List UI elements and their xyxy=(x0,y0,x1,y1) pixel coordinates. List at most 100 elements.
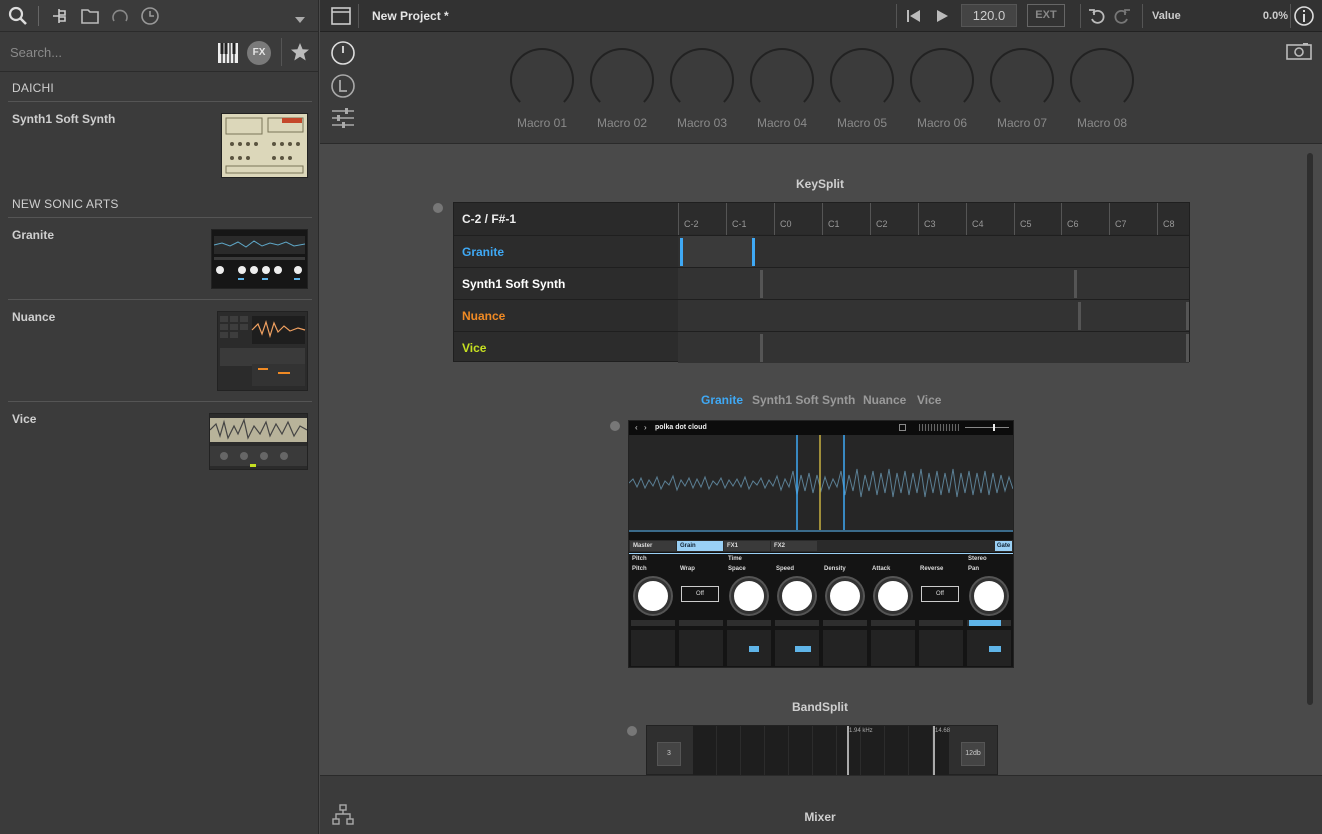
range-end-handle[interactable] xyxy=(1186,334,1189,362)
pan-knob[interactable] xyxy=(971,578,1007,614)
mixer-label[interactable]: Mixer xyxy=(790,810,850,824)
bandsplit-power-toggle[interactable] xyxy=(627,726,637,736)
bandsplit-title: BandSplit xyxy=(792,700,848,714)
plugin-power-toggle[interactable] xyxy=(610,421,620,431)
group-label-stereo: Stereo xyxy=(968,556,987,562)
volume-slider[interactable] xyxy=(965,427,1009,428)
range-start-handle[interactable] xyxy=(680,238,683,266)
undo-icon[interactable] xyxy=(1088,7,1106,28)
group-label-time: Time xyxy=(728,556,742,562)
learn-icon[interactable] xyxy=(330,73,356,102)
keysplit-lane[interactable] xyxy=(678,300,1189,331)
search-icon[interactable] xyxy=(8,6,28,29)
range-end-handle[interactable] xyxy=(1186,302,1189,330)
note-label: C0 xyxy=(780,219,792,229)
window-layout-icon[interactable] xyxy=(331,7,351,28)
vice-thumbnail[interactable] xyxy=(209,413,308,470)
sliders-icon[interactable] xyxy=(331,108,355,131)
instrument-tab-granite[interactable]: Granite xyxy=(701,393,743,407)
redo-icon[interactable] xyxy=(1113,7,1131,28)
prev-preset-icon[interactable]: ‹ xyxy=(635,423,638,432)
granite-thumbnail[interactable] xyxy=(211,229,308,289)
range-start-handle[interactable] xyxy=(760,334,763,362)
plugin-tab-strip: Master Grain FX1 FX2 Gate xyxy=(629,540,1013,552)
band-count-field[interactable]: 3 xyxy=(657,742,681,766)
tempo-field[interactable]: 120.0 xyxy=(961,4,1017,27)
preset-granite[interactable]: Granite xyxy=(12,228,54,242)
macro-knob-icon[interactable] xyxy=(330,40,356,69)
routing-tree-icon[interactable] xyxy=(332,804,354,829)
note-label: C5 xyxy=(1020,219,1032,229)
keysplit-lane[interactable] xyxy=(678,332,1189,363)
piano-keys-icon[interactable] xyxy=(217,42,239,67)
range-start-handle[interactable] xyxy=(1078,302,1081,330)
ext-sync-button[interactable]: EXT xyxy=(1027,4,1065,27)
info-icon[interactable] xyxy=(1293,5,1315,30)
fx-filter-button[interactable]: FX xyxy=(247,41,271,65)
macro-knob-2[interactable] xyxy=(590,48,654,112)
plugin-tab-grain[interactable]: Grain xyxy=(677,541,723,551)
star-icon[interactable] xyxy=(290,42,310,65)
skip-back-icon[interactable] xyxy=(906,8,922,27)
preset-nuance[interactable]: Nuance xyxy=(12,310,55,324)
volume-thumb[interactable] xyxy=(993,424,995,431)
keysplit-row-nuance[interactable]: Nuance xyxy=(454,299,1189,331)
macro-knob-3[interactable] xyxy=(670,48,734,112)
keysplit-row-granite[interactable]: Granite xyxy=(454,235,1189,267)
keysplit-lane[interactable] xyxy=(678,236,1189,267)
keysplit-lane[interactable] xyxy=(678,268,1189,299)
attack-knob[interactable] xyxy=(875,578,911,614)
instrument-tab-synth1[interactable]: Synth1 Soft Synth xyxy=(752,393,855,407)
modulation-slots[interactable] xyxy=(631,630,1011,666)
modulation-sliders[interactable] xyxy=(631,620,1011,626)
wrap-toggle[interactable]: Off xyxy=(681,586,719,602)
range-end-handle[interactable] xyxy=(752,238,755,266)
plugin-tab-master[interactable]: Master xyxy=(630,541,676,551)
plugin-icon[interactable] xyxy=(50,6,70,29)
keysplit-power-toggle[interactable] xyxy=(433,203,443,213)
reverse-toggle[interactable]: Off xyxy=(921,586,959,602)
range-start-handle[interactable] xyxy=(760,270,763,298)
macro-knob-7[interactable] xyxy=(990,48,1054,112)
toolbar-divider xyxy=(358,4,359,28)
project-title: New Project * xyxy=(372,9,449,23)
instrument-tab-vice[interactable]: Vice xyxy=(917,393,941,407)
note-label: C-1 xyxy=(732,219,747,229)
next-preset-icon[interactable]: › xyxy=(644,423,647,432)
rack-scrollbar[interactable] xyxy=(1307,153,1313,705)
slope-field[interactable]: 12db xyxy=(961,742,985,766)
note-label: C7 xyxy=(1115,219,1127,229)
save-icon[interactable] xyxy=(899,424,906,431)
gate-button[interactable]: Gate xyxy=(995,541,1012,551)
preset-vice[interactable]: Vice xyxy=(12,412,36,426)
bandsplit-spectrum[interactable]: 1.94 kHz 14.68 xyxy=(693,726,950,775)
plugin-tab-fx1[interactable]: FX1 xyxy=(724,541,770,551)
density-knob[interactable] xyxy=(827,578,863,614)
snapshot-camera-icon[interactable] xyxy=(1286,42,1312,63)
history-clock-icon[interactable] xyxy=(140,6,160,29)
folder-icon[interactable] xyxy=(80,6,100,29)
keysplit-row-synth1[interactable]: Synth1 Soft Synth xyxy=(454,267,1189,299)
instrument-tab-nuance[interactable]: Nuance xyxy=(863,393,906,407)
waveform-display[interactable] xyxy=(628,435,1014,532)
nuance-thumbnail[interactable] xyxy=(217,311,308,391)
space-knob[interactable] xyxy=(731,578,767,614)
range-end-handle[interactable] xyxy=(1074,270,1077,298)
macro-knob-1[interactable] xyxy=(510,48,574,112)
pitch-knob[interactable] xyxy=(635,578,671,614)
macro-label-4: Macro 04 xyxy=(756,116,808,130)
macro-knob-6[interactable] xyxy=(910,48,974,112)
macro-knob-4[interactable] xyxy=(750,48,814,112)
macro-knob-8[interactable] xyxy=(1070,48,1134,112)
search-input[interactable] xyxy=(10,42,200,62)
play-icon[interactable] xyxy=(934,8,950,27)
preset-synth1[interactable]: Synth1 Soft Synth xyxy=(12,112,115,126)
synth1-thumbnail[interactable] xyxy=(221,113,308,178)
pan-mod-amount[interactable] xyxy=(969,620,1001,626)
keysplit-row-vice[interactable]: Vice xyxy=(454,331,1189,363)
speed-knob[interactable] xyxy=(779,578,815,614)
recent-projects-icon[interactable] xyxy=(110,6,130,29)
chevron-down-icon[interactable] xyxy=(294,10,306,28)
macro-knob-5[interactable] xyxy=(830,48,894,112)
plugin-tab-fx2[interactable]: FX2 xyxy=(771,541,817,551)
